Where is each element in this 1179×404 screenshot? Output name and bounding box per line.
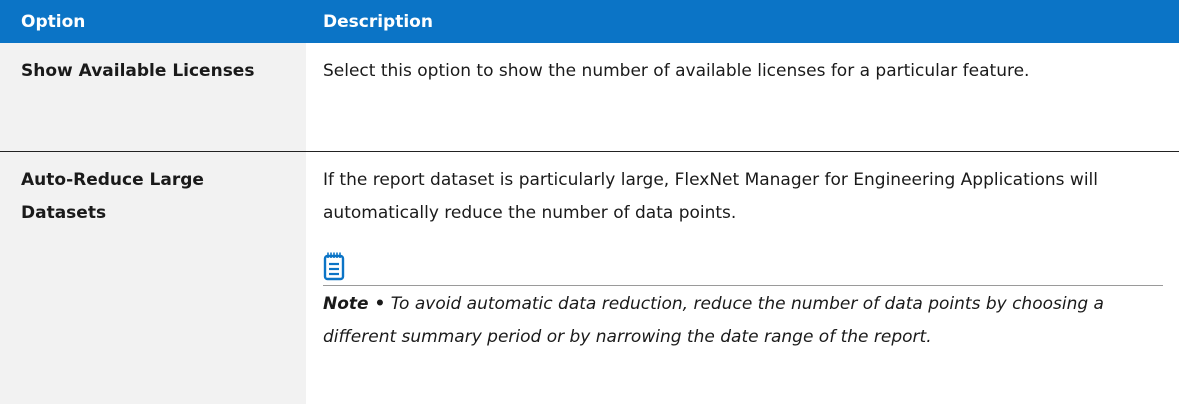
- option-name: Show Available Licenses: [0, 43, 306, 152]
- options-table: Option Description Show Available Licens…: [0, 0, 1179, 404]
- table-header-row: Option Description: [0, 0, 1179, 43]
- table-row: Auto-Reduce Large Datasets If the report…: [0, 151, 1179, 404]
- option-column-header: Option: [0, 0, 306, 43]
- option-description: If the report dataset is particularly la…: [323, 169, 1098, 223]
- note-text: To avoid automatic data reduction, reduc…: [323, 293, 1104, 347]
- note: Note • To avoid automatic data reduction…: [323, 288, 1163, 354]
- table-row: Show Available Licenses Select this opti…: [0, 43, 1179, 152]
- option-description: Select this option to show the number of…: [306, 43, 1179, 152]
- note-divider: [323, 284, 1163, 286]
- option-description-cell: If the report dataset is particularly la…: [306, 151, 1179, 404]
- note-icon: [323, 251, 345, 281]
- description-column-header: Description: [306, 0, 1179, 43]
- note-label: Note •: [323, 293, 386, 314]
- option-name: Auto-Reduce Large Datasets: [0, 151, 306, 404]
